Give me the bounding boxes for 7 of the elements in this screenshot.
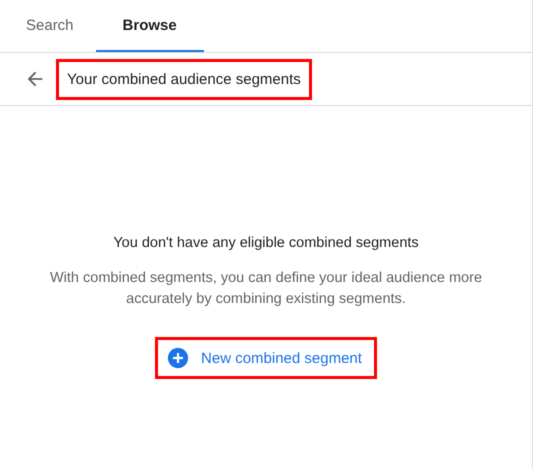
page-title: Your combined audience segments — [56, 58, 312, 100]
new-segment-button[interactable]: New combined segment — [155, 337, 377, 379]
empty-state-description: With combined segments, you can define your ideal audience more accurately by combining existing segments. — [48, 269, 484, 309]
tab[interactable]: Search — [4, 0, 96, 52]
tab[interactable]: Browse — [96, 0, 204, 52]
empty-state-heading: You don't have any eligible combined segments — [113, 235, 419, 251]
add-icon — [167, 347, 190, 369]
